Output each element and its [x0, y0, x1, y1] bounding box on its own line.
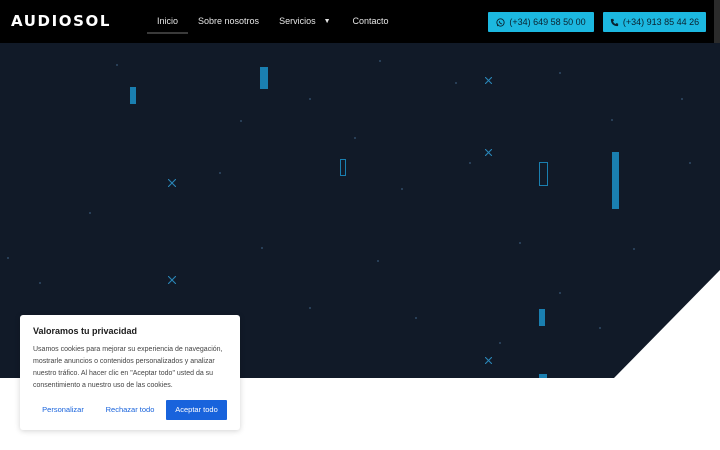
whatsapp-number: (+34) 649 58 50 00: [509, 17, 586, 27]
customize-button[interactable]: Personalizar: [33, 400, 93, 420]
cookie-banner-text: Usamos cookies para mejorar su experienc…: [33, 346, 223, 389]
chevron-down-icon: ▼: [323, 18, 331, 25]
main-menu: Inicio Sobre nosotros Servicios ▼ Contact…: [147, 0, 399, 43]
top-navbar: AUDIOSOL Inicio Sobre nosotros Servicios…: [0, 0, 720, 43]
phone-number: (+34) 913 85 44 26: [622, 17, 700, 27]
nav-item-sobre-nosotros[interactable]: Sobre nosotros: [188, 0, 269, 43]
phone-button[interactable]: (+34) 913 85 44 26: [603, 12, 706, 32]
nav-item-contacto[interactable]: Contacto: [343, 0, 399, 43]
nav-item-label: Inicio: [157, 16, 179, 26]
nav-item-servicios[interactable]: Servicios ▼: [269, 0, 342, 43]
cookie-banner-title: Valoramos tu privacidad: [33, 326, 138, 336]
whatsapp-button[interactable]: (+34) 649 58 50 00: [488, 12, 594, 32]
nav-item-inicio[interactable]: Inicio: [147, 0, 189, 43]
nav-item-label: Sobre nosotros: [198, 16, 260, 26]
whatsapp-icon: [496, 18, 505, 27]
site-logo[interactable]: AUDIOSOL: [11, 11, 111, 31]
nav-item-label: Servicios: [279, 16, 316, 26]
cookie-consent-banner: Valoramos tu privacidad Usamos cookies p…: [20, 315, 240, 430]
reject-all-button[interactable]: Rechazar todo: [100, 400, 160, 420]
nav-item-label: Contacto: [352, 16, 389, 26]
phone-icon: [610, 18, 618, 27]
accept-all-button[interactable]: Aceptar todo: [166, 400, 227, 420]
scrollbar[interactable]: [714, 0, 720, 43]
